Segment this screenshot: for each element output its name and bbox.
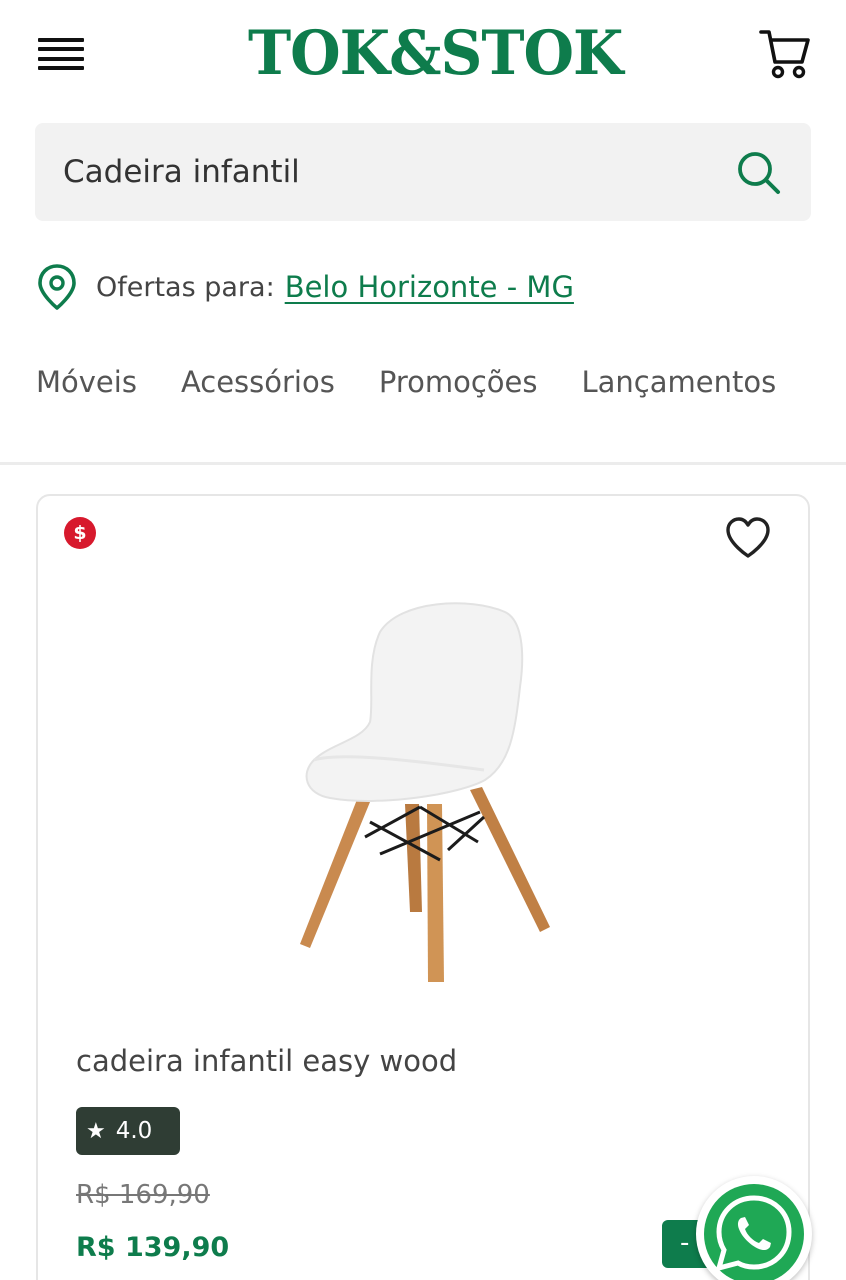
sale-badge: $ xyxy=(64,517,96,549)
rating-badge: ★ 4.0 xyxy=(76,1107,180,1155)
category-acessorios[interactable]: Acessórios xyxy=(181,360,335,410)
search-icon[interactable] xyxy=(734,148,784,198)
category-promocoes[interactable]: Promoções xyxy=(379,360,538,410)
divider xyxy=(0,462,846,465)
heart-icon[interactable] xyxy=(724,516,772,560)
header: TOK&STOK xyxy=(0,0,846,110)
old-price: R$ 169,90 xyxy=(76,1180,210,1210)
search-input[interactable] xyxy=(63,149,703,195)
whatsapp-icon[interactable] xyxy=(696,1176,812,1280)
product-image[interactable] xyxy=(270,592,580,992)
hamburger-menu-icon[interactable] xyxy=(38,38,84,70)
location-label: Ofertas para: xyxy=(96,271,275,303)
map-pin-icon xyxy=(36,263,78,311)
product-name[interactable]: cadeira infantil easy wood xyxy=(76,1044,457,1078)
search-bar xyxy=(35,123,811,221)
location-city-link[interactable]: Belo Horizonte - MG xyxy=(285,270,574,304)
category-nav: Móveis Acessórios Promoções Lançamentos xyxy=(36,360,812,410)
shopping-cart-icon[interactable] xyxy=(758,26,812,82)
star-icon: ★ xyxy=(86,1119,106,1144)
current-price: R$ 139,90 xyxy=(76,1232,230,1263)
category-moveis[interactable]: Móveis xyxy=(36,360,137,410)
brand-logo[interactable]: TOK&STOK xyxy=(248,16,623,90)
rating-value: 4.0 xyxy=(115,1118,153,1144)
delivery-location: Ofertas para: Belo Horizonte - MG xyxy=(36,262,574,312)
category-lancamentos[interactable]: Lançamentos xyxy=(582,360,777,410)
